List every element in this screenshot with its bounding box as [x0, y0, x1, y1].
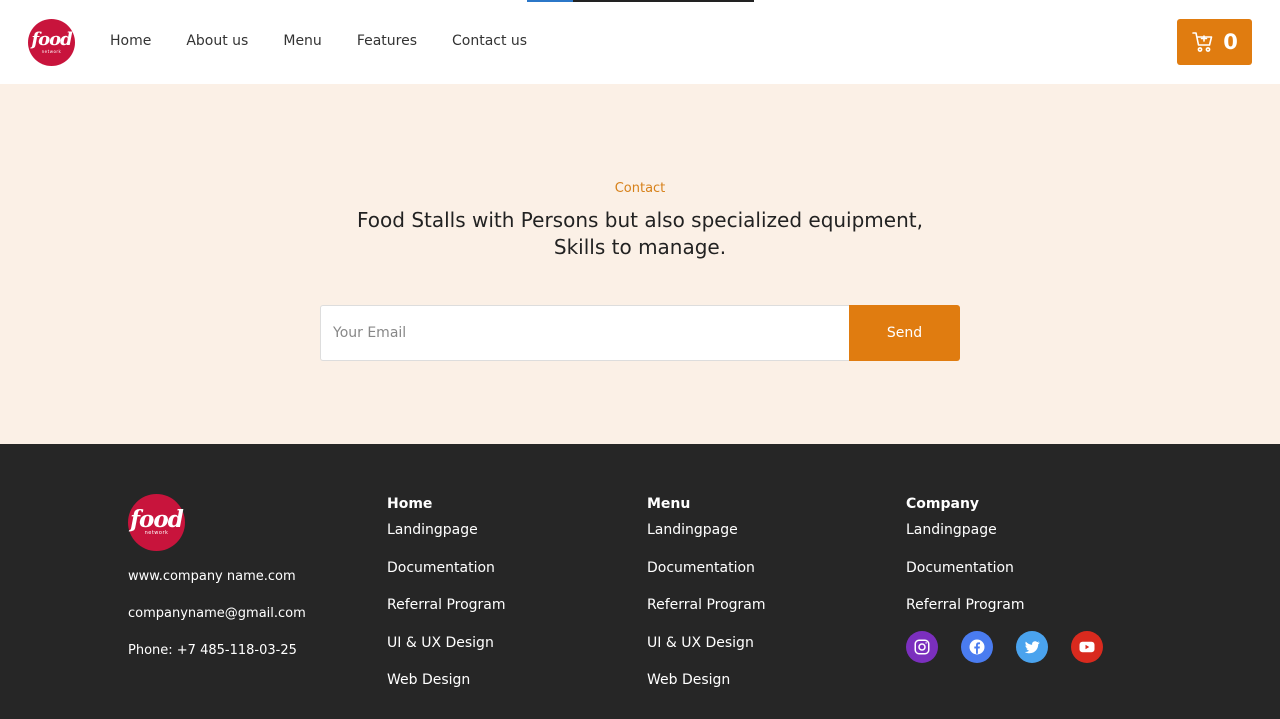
section-headline: Food Stalls with Persons but also specia… [290, 207, 990, 261]
instagram-icon[interactable] [906, 630, 938, 663]
footer-column-title: Company [906, 496, 980, 512]
footer-link[interactable]: Landingpage [906, 522, 1136, 539]
footer-logo[interactable]: food network [128, 494, 185, 551]
footer-link[interactable]: Documentation [387, 560, 617, 577]
social-links [906, 630, 1136, 663]
footer-website: www.company name.com [128, 569, 296, 584]
headline-line-2: Skills to manage. [553, 235, 727, 259]
footer: food network www.company name.com compan… [0, 444, 1280, 719]
footer-column-menu: Menu Landingpage Documentation Referral … [647, 496, 877, 710]
food-network-logo[interactable]: food network [28, 19, 75, 66]
nav-about-us[interactable]: About us [186, 33, 248, 49]
footer-link[interactable]: Referral Program [906, 597, 1136, 614]
contact-section: Contact Food Stalls with Persons but als… [0, 84, 1280, 444]
footer-email: companyname@gmail.com [128, 606, 306, 621]
section-eyebrow: Contact [614, 181, 666, 196]
logo-sub: network [41, 49, 62, 54]
footer-logo-word: food [130, 506, 184, 533]
email-input[interactable] [320, 305, 849, 361]
footer-link[interactable]: Referral Program [647, 597, 877, 614]
nav-home[interactable]: Home [110, 33, 151, 49]
newsletter-form: Send [320, 305, 960, 361]
footer-link[interactable]: Documentation [647, 560, 877, 577]
youtube-icon[interactable] [1071, 630, 1103, 663]
footer-link[interactable]: Referral Program [387, 597, 617, 614]
footer-brand: food network www.company name.com compan… [128, 494, 348, 659]
footer-link[interactable]: UI & UX Design [387, 635, 617, 652]
footer-link[interactable]: Landingpage [647, 522, 877, 539]
nav-menu[interactable]: Menu [283, 33, 321, 49]
nav-contact-us[interactable]: Contact us [452, 33, 527, 49]
cart-icon [1192, 32, 1213, 52]
footer-link[interactable]: Documentation [906, 560, 1136, 577]
logo-word: food [31, 29, 72, 50]
footer-logo-sub: network [144, 530, 169, 536]
footer-link[interactable]: Web Design [387, 672, 617, 689]
cart-count: 0 [1223, 30, 1238, 54]
footer-column-home: Home Landingpage Documentation Referral … [387, 496, 617, 710]
footer-column-title: Home [387, 496, 433, 512]
footer-link[interactable]: Landingpage [387, 522, 617, 539]
nav-features[interactable]: Features [357, 33, 417, 49]
scroll-indicator [527, 0, 754, 2]
top-navbar: food network Home About us Menu Features… [0, 0, 1280, 84]
footer-link[interactable]: UI & UX Design [647, 635, 877, 652]
footer-phone: Phone: +7 485-118-03-25 [128, 643, 297, 658]
facebook-icon[interactable] [961, 630, 993, 663]
footer-column-title: Menu [647, 496, 691, 512]
send-button[interactable]: Send [849, 305, 960, 361]
cart-button[interactable]: 0 [1177, 19, 1252, 65]
headline-line-1: Food Stalls with Persons but also specia… [357, 208, 923, 232]
footer-link[interactable]: Web Design [647, 672, 877, 689]
main-nav: Home About us Menu Features Contact us [110, 33, 562, 49]
twitter-icon[interactable] [1016, 630, 1048, 663]
footer-column-company: Company Landingpage Documentation Referr… [906, 496, 1136, 663]
